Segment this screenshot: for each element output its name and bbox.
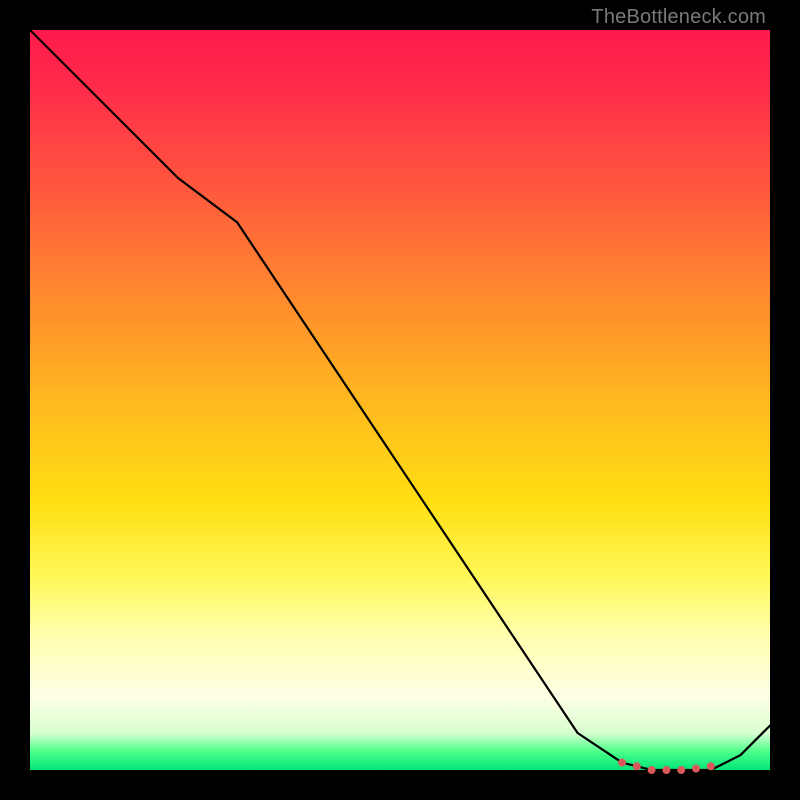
trough-dot xyxy=(692,765,700,773)
trough-dot xyxy=(677,766,685,774)
chart-frame: TheBottleneck.com xyxy=(0,0,800,800)
chart-svg xyxy=(30,30,770,770)
trough-dot xyxy=(648,766,656,774)
trough-dot xyxy=(618,759,626,767)
watermark-text: TheBottleneck.com xyxy=(591,6,766,29)
trough-dot xyxy=(662,766,670,774)
trough-dot xyxy=(707,762,715,770)
trough-dot xyxy=(633,762,641,770)
series-line xyxy=(30,30,770,770)
plot-area xyxy=(30,30,770,770)
